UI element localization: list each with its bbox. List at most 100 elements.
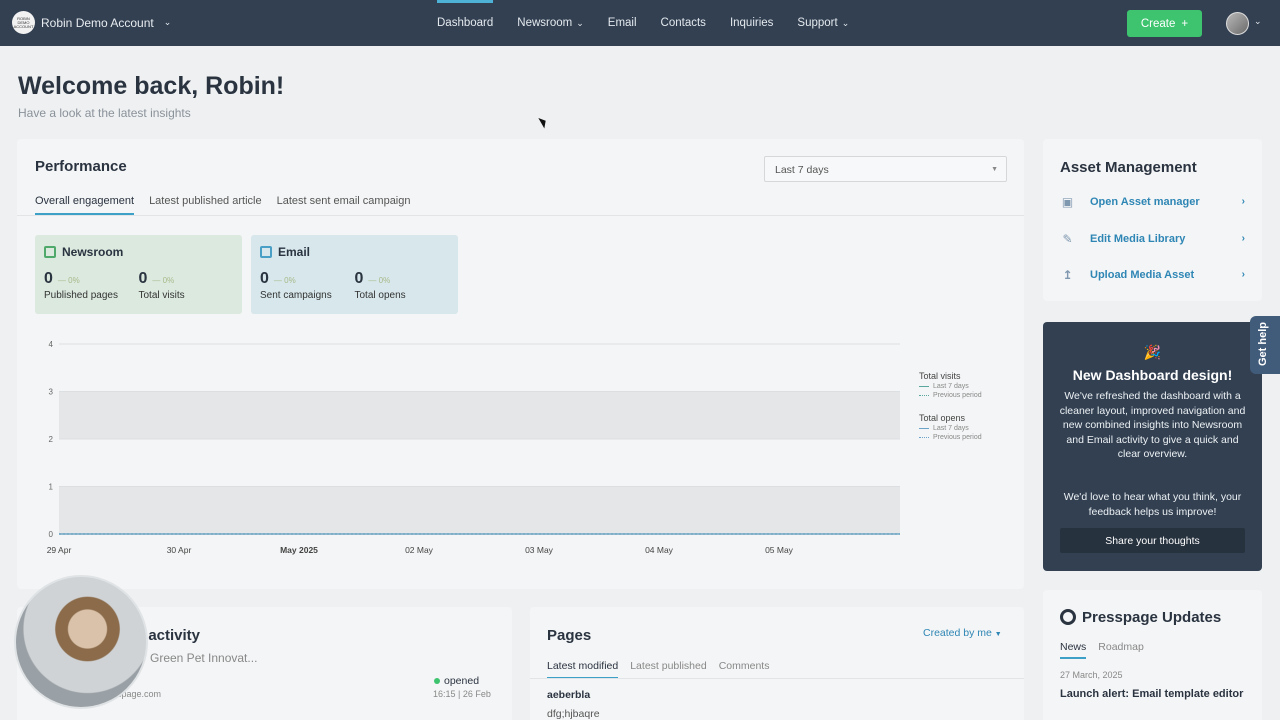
edit-media-library-link[interactable]: ✎ Edit Media Library ›	[1060, 232, 1245, 246]
caret-down-icon: ▼	[991, 166, 998, 173]
webcam-overlay[interactable]	[14, 575, 148, 709]
asset-management-title: Asset Management	[1060, 159, 1197, 176]
status-dot	[434, 678, 440, 684]
image-gallery-icon: ▣	[1061, 194, 1074, 209]
performance-card: Performance Last 7 days ▼ Overall engage…	[17, 139, 1024, 589]
promo-title: New Dashboard design!	[1072, 367, 1233, 383]
list-item[interactable]: aeberbla	[547, 689, 590, 701]
pages-card: Pages Created by me ▼ Latest modified La…	[530, 607, 1024, 720]
updates-tabs: News Roadmap	[1060, 641, 1144, 659]
page-subtitle: Have a look at the latest insights	[18, 106, 191, 120]
tab-latest-sent-email-campaign[interactable]: Latest sent email campaign	[277, 195, 411, 215]
chart-band	[59, 486, 900, 534]
mouse-cursor	[538, 115, 549, 129]
total-visits-stat: 0— 0% Total visits	[138, 270, 185, 301]
nav-email[interactable]: Email	[608, 0, 637, 46]
page-title: Welcome back, Robin!	[18, 72, 285, 100]
chart-legend: Total visits Last 7 days Previous period…	[919, 371, 982, 441]
activity-campaign-name[interactable]: Green Pet Innovat...	[150, 651, 257, 665]
chevron-right-icon: ›	[1241, 196, 1245, 207]
email-stat-card[interactable]: Email 0— 0% Sent campaigns 0— 0% Total o…	[251, 235, 458, 314]
date-range-select[interactable]: Last 7 days ▼	[764, 156, 1007, 182]
upload-icon: ↥	[1062, 267, 1073, 282]
updates-title: Presspage Updates	[1082, 609, 1222, 626]
party-popper-icon: 🎉	[1143, 344, 1162, 360]
chevron-right-icon: ›	[1241, 269, 1245, 280]
open-asset-manager-link[interactable]: ▣ Open Asset manager ›	[1060, 194, 1245, 209]
promo-feedback-text: We'd love to hear what you think, your f…	[1063, 491, 1242, 518]
x-tick-label: 29 Apr	[47, 545, 72, 555]
activity-time: 16:15 | 26 Feb	[433, 689, 491, 699]
chevron-down-icon: ⌄	[163, 17, 172, 27]
share-thoughts-button[interactable]: Share your thoughts	[1060, 528, 1245, 553]
total-opens-stat: 0— 0% Total opens	[354, 270, 406, 301]
nav-inquiries[interactable]: Inquiries	[730, 0, 773, 46]
update-date: 27 March, 2025	[1060, 670, 1123, 680]
new-dashboard-promo: 🎉 New Dashboard design! We've refreshed …	[1043, 322, 1262, 571]
envelope-icon	[260, 246, 272, 258]
plus-icon: +	[1181, 17, 1189, 30]
legend-item[interactable]: Last 7 days	[919, 425, 982, 432]
status-badge: opened	[434, 675, 479, 687]
tab-overall-engagement[interactable]: Overall engagement	[35, 195, 135, 215]
chevron-down-icon: ⌄	[576, 17, 584, 28]
presspage-updates-card: Presspage Updates News Roadmap 27 March,…	[1043, 590, 1262, 720]
performance-title: Performance	[35, 158, 127, 175]
create-button[interactable]: Create +	[1127, 10, 1202, 37]
newsroom-stat-title: Newsroom	[62, 245, 124, 259]
tab-comments[interactable]: Comments	[719, 660, 770, 679]
asset-management-card: Asset Management ▣ Open Asset manager › …	[1043, 139, 1262, 301]
legend-item[interactable]: Previous period	[919, 434, 982, 441]
x-tick-label: 03 May	[525, 545, 554, 555]
account-switcher[interactable]: ROBIN DEMO ACCOUNT Robin Demo Account ⌄	[12, 11, 171, 34]
caret-down-icon: ▼	[994, 631, 1002, 638]
newsroom-stat-card[interactable]: Newsroom 0— 0% Published pages 0— 0% Tot…	[35, 235, 242, 314]
top-navigation-bar: ROBIN DEMO ACCOUNT Robin Demo Account ⌄ …	[0, 0, 1280, 46]
y-tick-label: 1	[49, 483, 54, 492]
line-swatch	[919, 428, 929, 429]
published-pages-stat: 0— 0% Published pages	[44, 270, 118, 301]
sent-campaigns-stat: 0— 0% Sent campaigns	[260, 270, 332, 301]
document-icon	[44, 246, 56, 258]
main-nav: Dashboard Newsroom ⌄ Email Contacts Inqui…	[437, 0, 873, 46]
y-tick-label: 0	[49, 530, 54, 539]
user-avatar[interactable]	[1226, 12, 1249, 35]
nav-dashboard[interactable]: Dashboard	[437, 0, 494, 46]
nav-support[interactable]: Support ⌄	[797, 0, 849, 46]
y-tick-label: 4	[49, 340, 54, 349]
get-help-tab[interactable]: Get help	[1250, 316, 1280, 374]
x-tick-label: 02 May	[405, 545, 434, 555]
pages-tabs: Latest modified Latest published Comment…	[547, 660, 769, 679]
chevron-down-icon[interactable]: ⌄	[1254, 16, 1262, 27]
legend-item[interactable]: Previous period	[919, 392, 982, 399]
x-tick-label: 30 Apr	[167, 545, 192, 555]
tab-roadmap[interactable]: Roadmap	[1098, 641, 1144, 659]
legend-item[interactable]: Last 7 days	[919, 383, 982, 390]
tab-news[interactable]: News	[1060, 641, 1087, 659]
promo-body: We've refreshed the dashboard with a cle…	[1059, 390, 1246, 460]
presspage-logo-icon	[1060, 609, 1076, 625]
tab-latest-published-article[interactable]: Latest published article	[149, 195, 262, 215]
divider	[530, 678, 1024, 679]
x-tick-label: 04 May	[645, 545, 674, 555]
tab-latest-modified[interactable]: Latest modified	[547, 660, 619, 679]
x-tick-label: May 2025	[280, 545, 318, 555]
update-headline[interactable]: Launch alert: Email template editor	[1060, 687, 1245, 702]
legend-visits-title: Total visits	[919, 371, 961, 381]
y-tick-label: 2	[49, 435, 54, 444]
pages-title: Pages	[547, 627, 592, 644]
email-stat-title: Email	[278, 245, 311, 259]
divider	[17, 215, 1024, 216]
chart-band	[59, 391, 900, 439]
list-item[interactable]: dfg;hjbaqre	[547, 708, 600, 720]
nav-contacts[interactable]: Contacts	[661, 0, 706, 46]
chevron-right-icon: ›	[1241, 233, 1245, 244]
upload-media-asset-link[interactable]: ↥ Upload Media Asset ›	[1060, 267, 1245, 282]
legend-opens-title: Total opens	[919, 413, 966, 423]
performance-tabs: Overall engagement Latest published arti…	[35, 195, 426, 215]
account-name: Robin Demo Account	[41, 15, 154, 30]
nav-newsroom[interactable]: Newsroom ⌄	[517, 0, 584, 46]
pages-filter-dropdown[interactable]: Created by me ▼	[923, 627, 1002, 639]
engagement-line-chart: 0 1 2 3 4 29 Apr 30 Apr May 2025 02 May 03 May 04 …	[47, 340, 900, 555]
tab-latest-published[interactable]: Latest published	[630, 660, 706, 679]
